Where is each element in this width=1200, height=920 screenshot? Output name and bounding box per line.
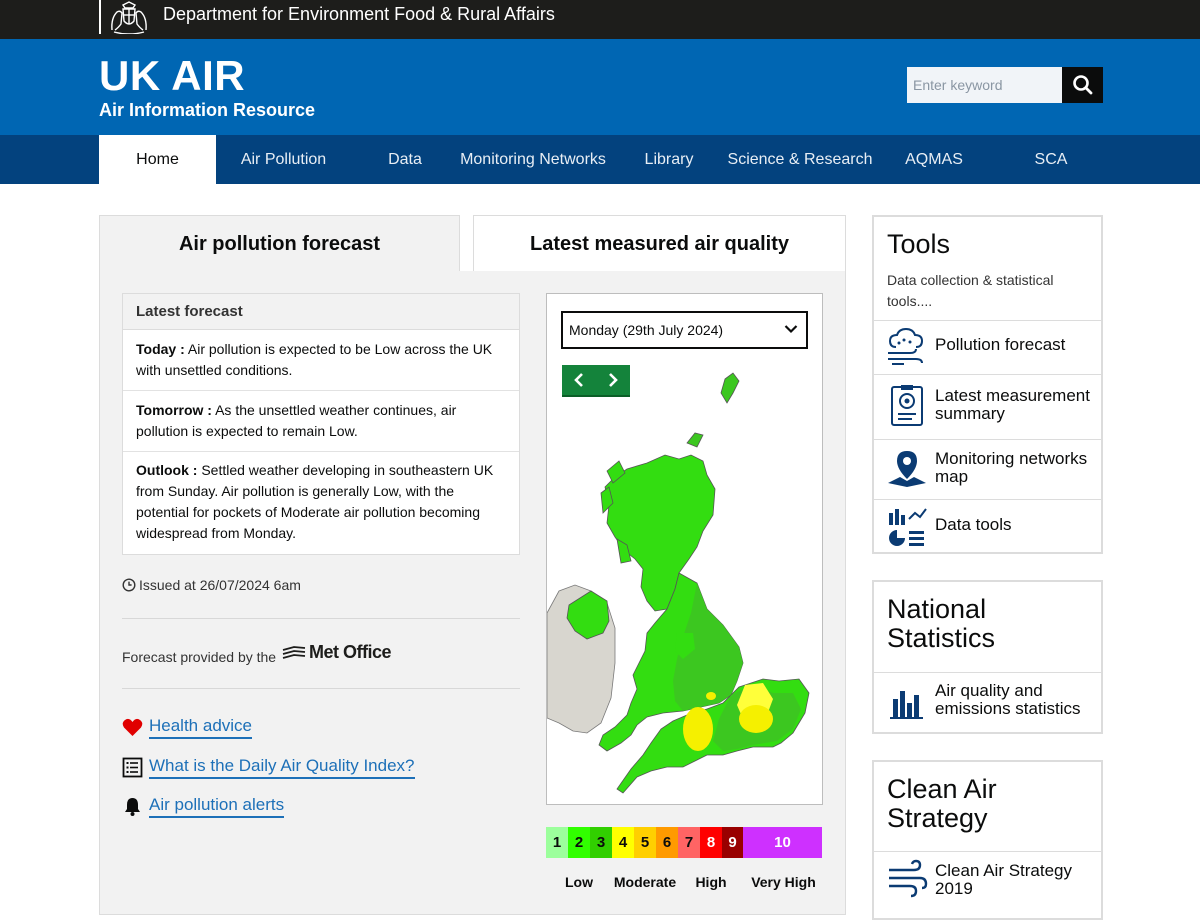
chevron-right-icon bbox=[609, 373, 618, 387]
charts-icon bbox=[889, 508, 927, 546]
bar-chart-icon bbox=[890, 691, 923, 719]
daqi-info-link[interactable]: What is the Daily Air Quality Index? bbox=[122, 756, 415, 779]
forecast-today-term: Today : bbox=[136, 341, 185, 357]
heart-icon bbox=[122, 718, 143, 736]
previous-day-button[interactable] bbox=[562, 365, 596, 395]
air-quality-emissions-statistics-link[interactable]: Air quality and emissions statistics bbox=[935, 682, 1095, 718]
tool-latest-measurement-summary[interactable]: Latest measurement summary bbox=[935, 387, 1095, 423]
tab-latest-measured-air-quality[interactable]: Latest measured air quality bbox=[473, 215, 846, 271]
issued-timestamp: Issued at 26/07/2024 6am bbox=[122, 577, 301, 593]
daqi-level-5: 5 bbox=[634, 827, 656, 858]
forecast-today: Today : Air pollution is expected to be … bbox=[136, 339, 506, 381]
chevron-left-icon bbox=[574, 373, 583, 387]
clean-air-strategy-2019-link[interactable]: Clean Air Strategy 2019 bbox=[935, 862, 1095, 898]
site-subtitle: Air Information Resource bbox=[99, 100, 316, 120]
bell-icon bbox=[125, 798, 140, 816]
tool-monitoring-networks-map[interactable]: Monitoring networks map bbox=[935, 450, 1095, 486]
daqi-level-9: 9 bbox=[722, 827, 743, 858]
nav-item-science-research[interactable]: Science & Research bbox=[722, 135, 878, 184]
daqi-level-10: 10 bbox=[743, 827, 822, 858]
daqi-scale: 1 2 3 4 5 6 7 8 9 10 bbox=[546, 827, 822, 858]
tab-air-pollution-forecast[interactable]: Air pollution forecast bbox=[99, 215, 460, 271]
daqi-level-3: 3 bbox=[590, 827, 612, 858]
search-icon bbox=[1073, 75, 1093, 95]
nav-item-home[interactable]: Home bbox=[99, 135, 216, 184]
daqi-level-7: 7 bbox=[678, 827, 700, 858]
nav-item-sca[interactable]: SCA bbox=[1022, 135, 1080, 184]
department-name[interactable]: Department for Environment Food & Rural … bbox=[163, 4, 555, 25]
forecast-outlook-term: Outlook : bbox=[136, 462, 198, 478]
clock-icon bbox=[122, 578, 136, 592]
national-statistics-title: National Statistics bbox=[887, 594, 996, 653]
daqi-level-6: 6 bbox=[656, 827, 678, 858]
wind-icon bbox=[889, 859, 928, 898]
clean-air-strategy-title: Clean Air Strategy bbox=[887, 774, 997, 833]
document-list-icon bbox=[122, 757, 143, 778]
nav-item-monitoring-networks[interactable]: Monitoring Networks bbox=[453, 135, 613, 184]
tool-pollution-forecast[interactable]: Pollution forecast bbox=[935, 336, 1065, 354]
daqi-level-2: 2 bbox=[568, 827, 590, 858]
map-pin-icon bbox=[888, 451, 926, 487]
forecast-tomorrow-term: Tomorrow : bbox=[136, 402, 212, 418]
site-title[interactable]: UK AIR bbox=[99, 52, 245, 100]
forecast-provided-by: Forecast provided by the bbox=[122, 649, 277, 665]
day-select[interactable]: Monday (29th July 2024) bbox=[561, 311, 808, 349]
daqi-level-4: 4 bbox=[612, 827, 634, 858]
nav-item-data[interactable]: Data bbox=[375, 135, 435, 184]
met-office-swoosh-icon bbox=[282, 645, 306, 659]
met-office-logo-text: Met Office bbox=[309, 642, 392, 662]
forecast-heading: Latest forecast bbox=[122, 293, 520, 330]
daqi-band-low: Low bbox=[565, 874, 593, 890]
crest-divider bbox=[99, 0, 101, 34]
uk-forecast-map[interactable] bbox=[547, 363, 822, 804]
met-office-logo[interactable]: Met Office bbox=[282, 642, 392, 663]
forecast-today-text: Air pollution is expected to be Low acro… bbox=[136, 341, 493, 378]
tool-data-tools[interactable]: Data tools bbox=[935, 516, 1012, 534]
nav-item-aqmas[interactable]: AQMAS bbox=[898, 135, 970, 184]
clipboard-report-icon bbox=[891, 385, 923, 426]
daqi-info-label[interactable]: What is the Daily Air Quality Index? bbox=[149, 756, 415, 779]
air-pollution-alerts-label[interactable]: Air pollution alerts bbox=[149, 795, 285, 818]
cloud-wind-icon bbox=[888, 327, 924, 365]
nav-item-library[interactable]: Library bbox=[635, 135, 703, 184]
tools-subtitle: Data collection & statistical tools.... bbox=[887, 272, 1054, 309]
tools-title: Tools bbox=[887, 229, 951, 259]
daqi-band-moderate: Moderate bbox=[613, 874, 677, 890]
daqi-level-1: 1 bbox=[546, 827, 568, 858]
search-input[interactable] bbox=[907, 67, 1062, 103]
uk-map-graphic bbox=[547, 363, 822, 804]
air-pollution-alerts-link[interactable]: Air pollution alerts bbox=[122, 795, 285, 818]
next-day-button[interactable] bbox=[596, 365, 630, 395]
chevron-down-icon bbox=[784, 325, 798, 334]
daqi-level-8: 8 bbox=[700, 827, 722, 858]
nav-item-air-pollution[interactable]: Air Pollution bbox=[226, 135, 341, 184]
health-advice-label[interactable]: Health advice bbox=[149, 716, 253, 739]
search-button[interactable] bbox=[1062, 67, 1103, 103]
issued-text: Issued at 26/07/2024 6am bbox=[139, 577, 301, 593]
map-day-navigation bbox=[562, 365, 630, 397]
daqi-band-very-high: Very High bbox=[751, 874, 816, 890]
day-select-value: Monday (29th July 2024) bbox=[569, 322, 724, 338]
forecast-tomorrow: Tomorrow : As the unsettled weather cont… bbox=[136, 400, 506, 442]
health-advice-link[interactable]: Health advice bbox=[122, 716, 253, 739]
forecast-outlook: Outlook : Settled weather developing in … bbox=[136, 460, 506, 544]
daqi-band-high: High bbox=[695, 874, 727, 890]
royal-coat-of-arms-icon bbox=[111, 1, 147, 34]
